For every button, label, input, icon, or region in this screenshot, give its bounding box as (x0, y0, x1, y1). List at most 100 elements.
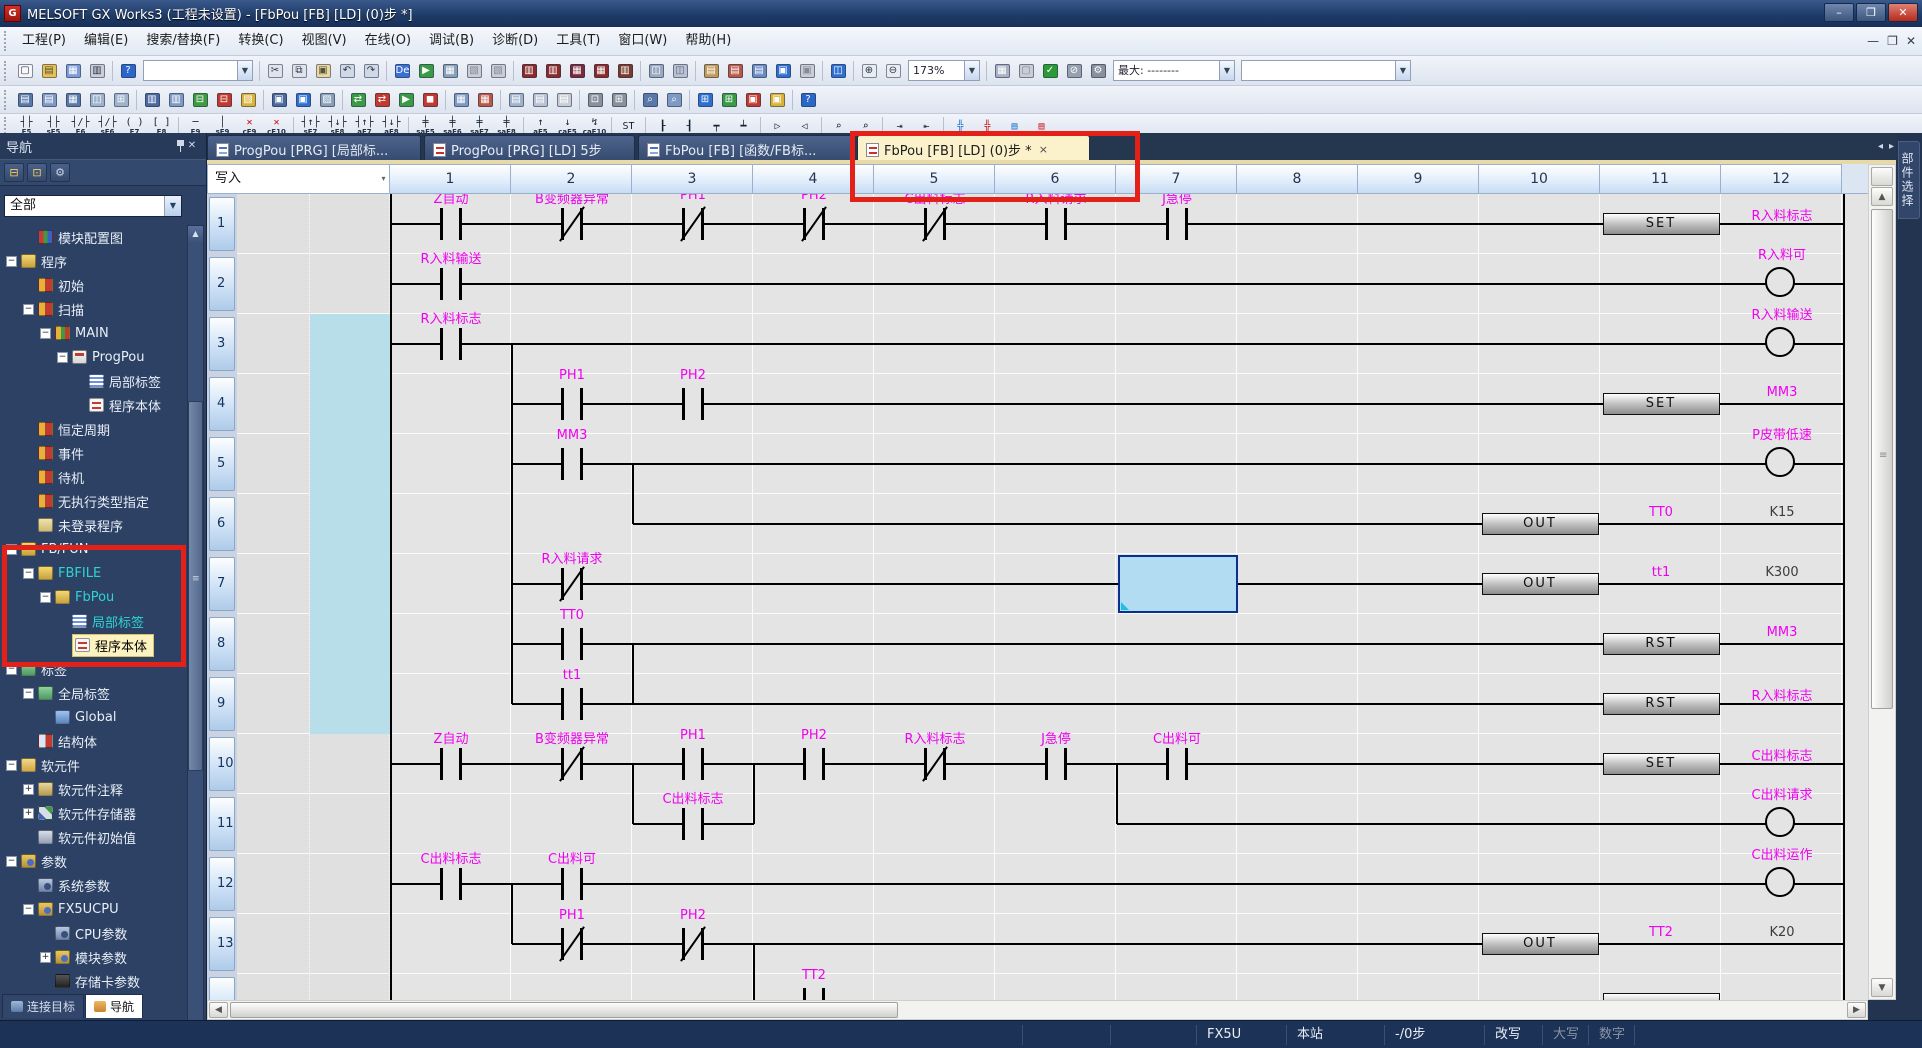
nc-contact[interactable] (552, 926, 592, 962)
row-number[interactable]: 1 (209, 197, 235, 251)
nav-bottom-tab-connection[interactable]: 连接目标 (2, 994, 85, 1018)
nc-contact[interactable] (673, 926, 713, 962)
no-contact[interactable] (794, 988, 834, 1000)
no-contact[interactable] (552, 628, 592, 660)
output-coil[interactable] (1765, 867, 1795, 897)
chevron-down-icon[interactable]: ▼ (1395, 61, 1410, 80)
target-combo[interactable]: ▼ (1241, 60, 1411, 81)
tab-scroll-right-icon[interactable]: ▸ (1889, 141, 1894, 152)
row-number[interactable]: 6 (209, 497, 235, 551)
vertical-scrollbar-thumb[interactable] (1871, 209, 1893, 709)
small-dim-button[interactable]: ▢ (1015, 60, 1037, 82)
row-number[interactable]: 13 (209, 917, 235, 971)
vertical-scrollbar[interactable]: ▲ ▼ (1868, 164, 1896, 1000)
tree-view-2-button[interactable]: ▤ (38, 89, 60, 111)
no-contact[interactable] (431, 868, 471, 900)
row-number[interactable] (209, 977, 235, 1000)
watch-dim-1-button[interactable]: ▧ (463, 60, 485, 82)
project-combo[interactable]: ▼ (143, 60, 253, 81)
expand-icon[interactable]: + (40, 951, 51, 963)
instruction-box[interactable]: SET (1602, 213, 1720, 235)
row-number[interactable]: 5 (209, 437, 235, 491)
output-coil[interactable] (1765, 267, 1795, 297)
nc-contact[interactable] (552, 206, 592, 242)
check-button[interactable]: ▨ (316, 89, 338, 111)
print-button[interactable]: ▥ (86, 60, 108, 82)
nav-bottom-tab-navigation[interactable]: 导航 (85, 994, 144, 1018)
tab-scroll-left-icon[interactable]: ◂ (1878, 141, 1883, 152)
expand-icon[interactable]: + (23, 807, 34, 819)
dim-tool-button[interactable]: ▣ (796, 60, 818, 82)
tree-item[interactable]: 无执行类型指定 (0, 489, 186, 513)
tree-item[interactable]: − 全局标签 (0, 681, 186, 705)
device-batch-button[interactable]: ▦ (450, 89, 472, 111)
tree-item[interactable]: 结构体 (0, 729, 186, 753)
monitor-green-button[interactable]: ▶ (415, 60, 437, 82)
collapse-icon[interactable]: − (23, 687, 34, 699)
instruction-box[interactable]: RST (1602, 693, 1720, 715)
collapse-icon[interactable]: − (6, 855, 17, 867)
instruction-box[interactable]: OUT (1481, 573, 1599, 595)
ladder-mon-3-button[interactable]: ▦ (566, 60, 588, 82)
instruction-box[interactable] (1602, 993, 1720, 1000)
menu-item[interactable]: 在线(O) (356, 33, 420, 48)
watch-win-2-button[interactable]: ◫ (669, 60, 691, 82)
grid-show-button[interactable]: ⊞ (608, 89, 630, 111)
menu-item[interactable]: 诊断(D) (483, 33, 547, 48)
help-2-button[interactable]: ? (797, 89, 819, 111)
element-selection-tab[interactable]: 部件选择 (1898, 141, 1920, 219)
max-display-combo[interactable]: 最大: -------- ▼ (1113, 60, 1235, 81)
child-close-button[interactable]: ✕ (1906, 27, 1916, 55)
device-mem-1-button[interactable]: ▤ (700, 60, 722, 82)
ladder-editor[interactable]: 1 2 3 4 5 6 7 8 9 10 11 12 13 Z自动 B变频器异常 PH1 PH2 C出料标志 R入料… (207, 194, 1868, 1000)
copy-button[interactable]: ⧉ (288, 60, 310, 82)
menu-item[interactable]: 搜索/替换(F) (137, 33, 229, 48)
no-contact[interactable] (552, 388, 592, 420)
no-contact[interactable] (673, 388, 713, 420)
scroll-up-icon[interactable]: ▲ (1871, 187, 1893, 206)
redo-button[interactable]: ↷ (360, 60, 382, 82)
menu-item[interactable]: 转换(C) (229, 33, 292, 48)
blue-tool-button[interactable]: ▣ (772, 60, 794, 82)
device-test-button[interactable]: ▦ (474, 89, 496, 111)
scroll-right-icon[interactable]: ▶ (1847, 1002, 1866, 1018)
no-contact[interactable] (431, 208, 471, 240)
instruction-box[interactable]: SET (1602, 753, 1720, 775)
tree-item[interactable]: − FX5UCPU (0, 897, 186, 921)
collapse-icon[interactable]: − (23, 903, 34, 915)
tree-view-3-button[interactable]: ▦ (62, 89, 84, 111)
nc-contact[interactable] (673, 206, 713, 242)
window-tile-button[interactable]: ◫ (86, 89, 108, 111)
st-insert-button[interactable]: ▣ (742, 89, 764, 111)
chevron-down-icon[interactable]: ▼ (1219, 61, 1234, 80)
child-restore-button[interactable]: ❐ (1887, 27, 1898, 55)
nc-contact[interactable] (915, 206, 955, 242)
zoom-out-button[interactable]: ⊖ (882, 60, 904, 82)
tree-item[interactable]: − 扫描 (0, 297, 186, 321)
no-contact[interactable] (1157, 748, 1197, 780)
expand-icon[interactable]: + (23, 783, 34, 795)
collapse-icon[interactable]: − (23, 303, 34, 315)
tree-item[interactable]: 存储卡参数 (0, 969, 186, 993)
edit-mode-cell[interactable]: 写入 ▾ (207, 164, 390, 194)
small-grid-button[interactable]: ▦ (991, 60, 1013, 82)
row-number[interactable]: 7 (209, 557, 235, 611)
maximize-button[interactable]: ❒ (1856, 3, 1886, 22)
pin-icon[interactable] (168, 139, 184, 154)
row-number[interactable]: 10 (209, 737, 235, 791)
scroll-left-icon[interactable]: ◀ (209, 1002, 228, 1018)
device-view-button[interactable]: Dev (391, 60, 413, 82)
ladder-mon-5-button[interactable]: ▥ (614, 60, 636, 82)
tree-item[interactable]: 事件 (0, 441, 186, 465)
window-cascade-button[interactable]: ⊞ (110, 89, 132, 111)
collapse-icon[interactable]: − (6, 759, 17, 771)
fb-new-button[interactable]: ⊞ (718, 89, 740, 111)
device-mem-3-button[interactable]: ▤ (748, 60, 770, 82)
save-button[interactable]: ▦ (62, 60, 84, 82)
collapse-icon[interactable]: − (6, 255, 17, 267)
note-show-button[interactable]: ▤ (553, 89, 575, 111)
paste-button[interactable]: ▣ (312, 60, 334, 82)
no-contact[interactable] (431, 328, 471, 360)
tree-expand-icon[interactable]: ⊡ (27, 163, 47, 182)
ladder-edit-2-button[interactable]: ⊟ (213, 89, 235, 111)
